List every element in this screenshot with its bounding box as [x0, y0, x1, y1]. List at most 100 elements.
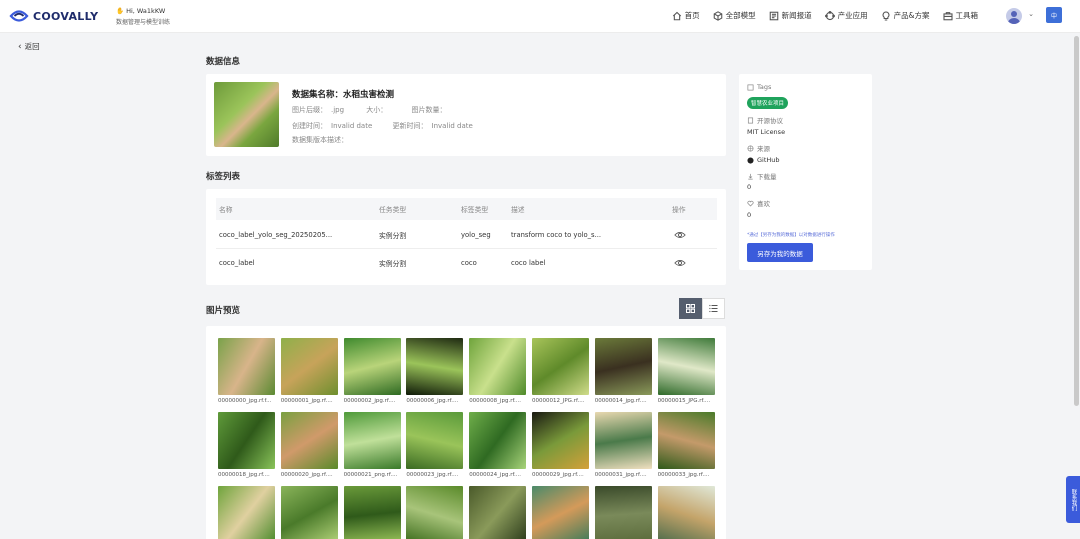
section-title-dataset-info: 数据信息: [206, 57, 241, 67]
nav-item-models[interactable]: 全部模型: [713, 10, 756, 21]
image-thumbnail[interactable]: 00000031_jpg.rf....: [594, 412, 652, 478]
image-thumbnail[interactable]: 00000014_jpg.rf....: [594, 338, 652, 404]
dataset-meta-row-1: 图片后缀： .jpg 大小： 图片数量：: [292, 105, 451, 115]
image-thumbnail[interactable]: 00000000_jpg.rf.f...: [218, 338, 275, 404]
label-text: 下载量: [757, 173, 777, 181]
nav-label: 全部模型: [725, 11, 756, 20]
dataset-meta-row-2: 创建时间： Invalid date 更新时间： Invalid date: [292, 121, 477, 131]
nav-item-industry[interactable]: 产业应用: [824, 10, 868, 21]
contact-us-tab[interactable]: 联系我们: [1066, 476, 1080, 523]
thumbnail-image: [218, 412, 275, 469]
nav-label: 首页: [684, 11, 700, 20]
thumbnail-image: [532, 338, 589, 395]
thumbnail-image: [406, 486, 464, 539]
image-thumbnail[interactable]: [343, 486, 401, 539]
thumbnail-image: [280, 412, 338, 469]
label-type: yolo_seg: [461, 230, 491, 239]
save-notice: *通过【另存为我的数据】以对数据进行操作: [747, 233, 835, 238]
greeting-subtitle: 数据管理与模型训练: [116, 19, 171, 26]
task-type: 实例分割: [379, 260, 407, 268]
download-icon: [748, 173, 753, 179]
thumbnail-caption: 00000023_jpg.rf....: [406, 472, 459, 478]
image-thumbnail[interactable]: 00000024_jpg.rf....: [469, 412, 527, 478]
column-header: 描述: [511, 206, 525, 214]
image-thumbnail[interactable]: 00000020_jpg.rf....: [280, 412, 338, 478]
tag-icon: [747, 84, 754, 90]
table-header: 名称 任务类型 标签类型 描述 操作: [216, 198, 717, 220]
language-switch-button[interactable]: 中: [1046, 7, 1062, 23]
github-icon: [747, 156, 754, 164]
label-description: coco label: [511, 259, 546, 267]
image-thumbnail[interactable]: 00000002_jpg.rf....: [343, 338, 401, 404]
thumbnail-image: [406, 412, 464, 469]
thumbnail-caption: 00000001_jpg.rf....: [280, 398, 333, 404]
image-thumbnail[interactable]: 00000008_jpg.rf....: [469, 338, 527, 404]
chevron-down-icon[interactable]: ⌄: [1028, 10, 1034, 18]
label-text: 来源: [757, 145, 770, 153]
dataset-name: 数据集名称：水稻虫害检测: [292, 90, 395, 100]
meta-label: 大小：: [366, 106, 388, 114]
column-header: 操作: [672, 206, 686, 214]
label-type: coco: [461, 259, 477, 267]
image-thumbnail[interactable]: [657, 486, 715, 539]
nav-item-news[interactable]: 新闻报道: [769, 10, 812, 21]
view-action[interactable]: [674, 249, 686, 277]
thumbnail-image: [594, 412, 652, 469]
page-scrollbar[interactable]: [1074, 36, 1079, 406]
cube-icon: [713, 10, 722, 21]
view-toggle: [679, 298, 725, 319]
image-thumbnail[interactable]: 00000021_png.rf....: [343, 412, 401, 478]
main-nav: 首页 全部模型 新闻报道 产业应用 产品&方案 工具箱: [659, 10, 1020, 21]
nav-item-products[interactable]: 产品&方案: [881, 10, 930, 21]
image-thumbnail[interactable]: [469, 486, 527, 539]
image-thumbnail[interactable]: [406, 486, 464, 539]
image-thumbnail[interactable]: 00000012_JPG.rf....: [532, 338, 589, 404]
grid-icon: [686, 304, 695, 313]
label-text: 喜欢: [757, 200, 770, 208]
image-thumbnail[interactable]: 00000001_jpg.rf....: [280, 338, 338, 404]
user-avatar[interactable]: [1006, 8, 1022, 24]
view-action[interactable]: [674, 221, 686, 248]
logo[interactable]: COOVALLY: [8, 7, 98, 25]
downloads-value: 0: [747, 183, 752, 191]
image-thumbnail[interactable]: 00000033_jpg.rf....: [657, 412, 715, 478]
grid-view-button[interactable]: [679, 298, 702, 319]
image-thumbnail[interactable]: [280, 486, 338, 539]
thumbnail-caption: 00000033_jpg.rf....: [657, 472, 710, 478]
logo-icon: [9, 10, 29, 22]
thumbnail-image: [657, 338, 715, 395]
table-row[interactable]: coco_label_yolo_seg_20250205... 实例分割 yol…: [216, 221, 717, 249]
table-row[interactable]: coco_label 实例分割 coco coco label: [216, 249, 717, 277]
thumbnail-caption: 00000031_jpg.rf....: [594, 472, 647, 478]
source-label: 来源: [747, 143, 770, 153]
image-thumbnail[interactable]: 00000023_jpg.rf....: [406, 412, 464, 478]
meta-label: 创建时间：: [292, 122, 327, 130]
thumbnail-caption: 00000021_png.rf....: [343, 472, 398, 478]
image-thumbnail[interactable]: 00000015_JPG.rf....: [657, 338, 715, 404]
image-thumbnail[interactable]: [532, 486, 589, 539]
nav-item-toolbox[interactable]: 工具箱: [942, 10, 978, 21]
back-label: 返回: [24, 42, 40, 51]
thumbnail-caption: 00000008_jpg.rf....: [469, 398, 521, 404]
tag-badge[interactable]: 智慧农业项目: [747, 97, 789, 109]
image-thumbnail[interactable]: 00000029_jpg.rf....: [532, 412, 589, 478]
source-value[interactable]: GitHub: [747, 156, 780, 164]
globe-icon: [747, 145, 754, 151]
save-as-my-data-button[interactable]: 另存为我的数据: [747, 243, 813, 262]
list-view-button[interactable]: [702, 298, 725, 319]
back-link[interactable]: ‹ 返回: [18, 41, 40, 52]
column-header: 名称: [219, 206, 233, 214]
thumbnail-image: [218, 338, 275, 395]
image-thumbnail[interactable]: [594, 486, 652, 539]
nav-label: 新闻报道: [781, 11, 812, 20]
nav-item-home[interactable]: 首页: [672, 10, 700, 21]
image-thumbnail[interactable]: 00000018_jpg.rf....: [218, 412, 275, 478]
thumbnail-image: [469, 338, 527, 395]
logo-text: COOVALLY: [33, 9, 99, 23]
image-thumbnail[interactable]: [218, 486, 275, 539]
thumbnail-caption: 00000000_jpg.rf.f...: [218, 398, 272, 404]
image-thumbnail[interactable]: 00000006_jpg.rf....: [406, 338, 464, 404]
thumbnail-image: [469, 486, 527, 539]
thumbnail-caption: 00000029_jpg.rf....: [532, 472, 584, 478]
top-header: COOVALLY ✋ Hi, Wa1kKW 数据管理与模型训练 首页 全部模型 新…: [0, 0, 1080, 33]
